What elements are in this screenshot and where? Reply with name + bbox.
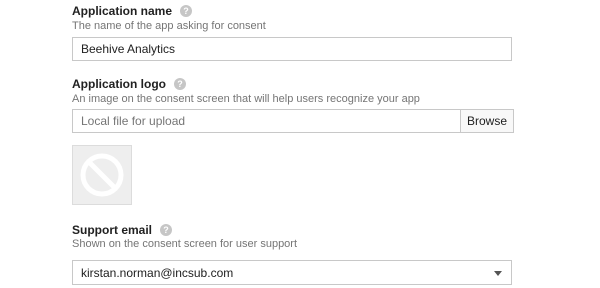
support-email-value: kirstan.norman@incsub.com <box>81 265 234 280</box>
chevron-down-icon <box>494 270 502 276</box>
app-name-label: Application name ? <box>72 3 193 19</box>
help-icon[interactable]: ? <box>174 78 186 90</box>
support-email-description: Shown on the consent screen for user sup… <box>72 238 298 250</box>
logo-file-input[interactable]: Local file for upload <box>72 109 461 133</box>
support-email-label: Support email ? <box>72 222 173 238</box>
app-logo-label: Application logo ? <box>72 76 186 92</box>
app-name-label-text: Application name <box>72 4 173 18</box>
support-email-label-text: Support email <box>72 223 153 237</box>
support-email-select[interactable]: kirstan.norman@incsub.com <box>72 260 512 285</box>
logo-preview <box>72 145 132 205</box>
app-logo-label-text: Application logo <box>72 77 166 91</box>
no-image-icon <box>80 153 124 197</box>
app-name-value: Beehive Analytics <box>81 42 176 56</box>
help-icon[interactable]: ? <box>180 5 193 17</box>
browse-button[interactable]: Browse <box>460 109 514 133</box>
app-name-description: The name of the app asking for consent <box>72 20 266 32</box>
logo-file-placeholder: Local file for upload <box>81 114 186 128</box>
oauth-consent-form: Application name ? The name of the app a… <box>0 0 600 288</box>
help-icon[interactable]: ? <box>160 224 173 236</box>
app-name-input[interactable]: Beehive Analytics <box>72 37 512 61</box>
app-logo-description: An image on the consent screen that will… <box>72 93 420 105</box>
